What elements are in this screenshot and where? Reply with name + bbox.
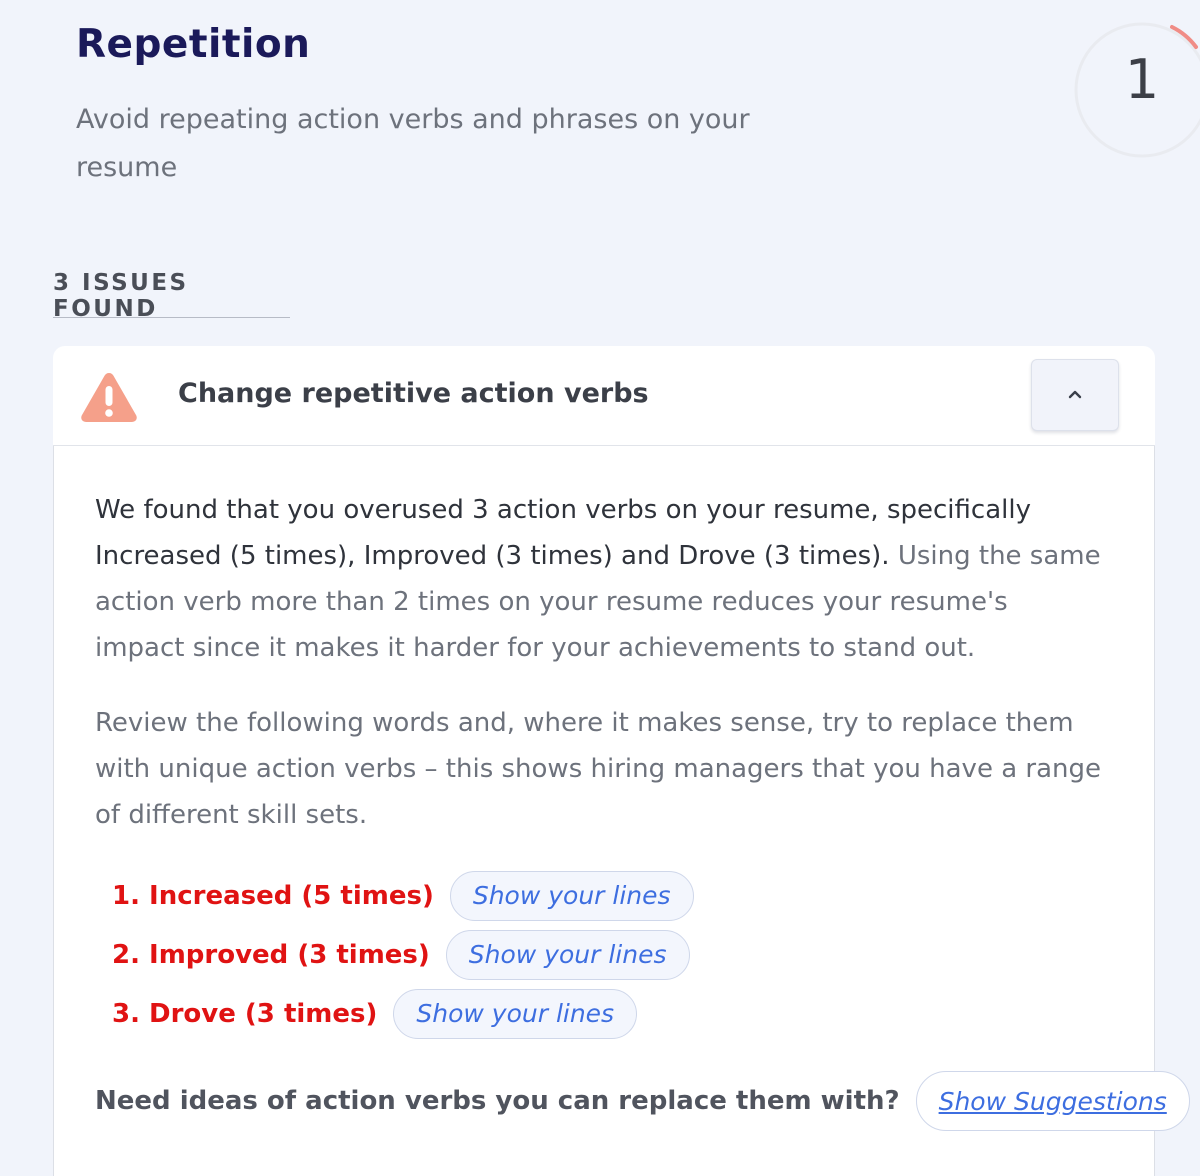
issue-card-body: We found that you overused 3 action verb… <box>53 446 1190 1176</box>
show-your-lines-button[interactable]: Show your lines <box>393 988 638 1039</box>
issue-recommendation: Review the following words and, where it… <box>95 708 1102 830</box>
collapse-button[interactable] <box>1031 359 1119 431</box>
warning-triangle-icon <box>81 373 137 422</box>
show-suggestions-button[interactable]: Show Suggestions <box>915 1071 1190 1131</box>
score-value: 1 <box>1124 48 1160 111</box>
verb-label: 3. Drove (3 times) <box>112 998 378 1029</box>
verb-label: 2. Improved (3 times) <box>112 939 430 970</box>
issue-card-title: Change repetitive action verbs <box>178 378 649 409</box>
suggestions-prompt: Need ideas of action verbs you can repla… <box>95 1086 900 1116</box>
issue-explanation: We found that you overused 3 action verb… <box>95 487 1105 671</box>
list-item: 2. Improved (3 times) Show your lines <box>112 925 694 984</box>
show-your-lines-button[interactable]: Show your lines <box>445 929 690 980</box>
page-subtitle: Avoid repeating action verbs and phrases… <box>76 104 750 183</box>
list-item: 1. Increased (5 times) Show your lines <box>112 866 694 925</box>
show-your-lines-button[interactable]: Show your lines <box>449 870 694 921</box>
list-item: 3. Drove (3 times) Show your lines <box>112 984 694 1043</box>
issue-card-header[interactable]: Change repetitive action verbs <box>53 346 1155 446</box>
overused-verb-list: 1. Increased (5 times) Show your lines 2… <box>112 866 694 1043</box>
suggestions-row: Need ideas of action verbs you can repla… <box>95 1071 1190 1131</box>
page-title: Repetition <box>76 22 311 67</box>
verb-label: 1. Increased (5 times) <box>112 880 434 911</box>
chevron-up-icon <box>1068 390 1082 399</box>
issue-card: Change repetitive action verbs We found … <box>53 346 1190 1176</box>
issues-count-heading: 3 ISSUES FOUND <box>53 270 290 322</box>
